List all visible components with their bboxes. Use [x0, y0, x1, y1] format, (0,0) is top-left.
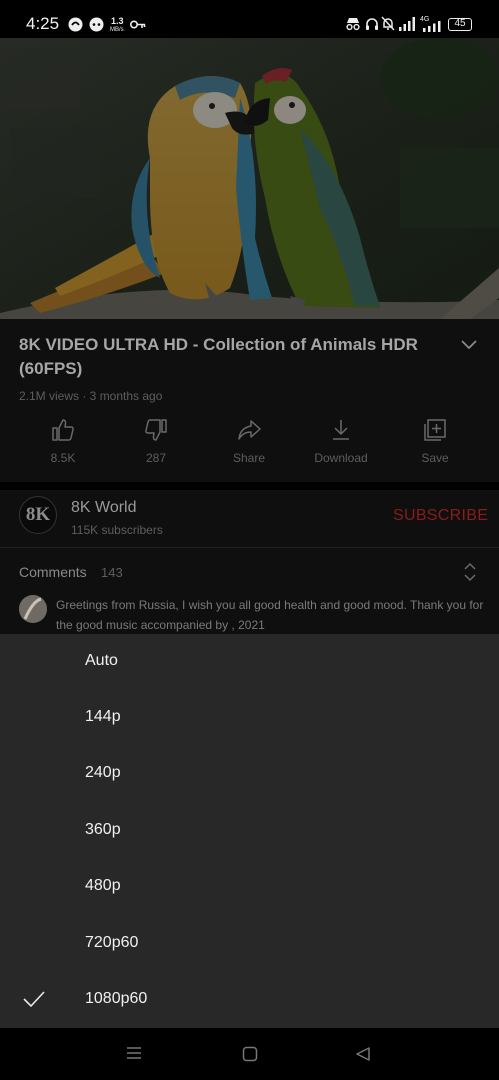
section-divider [0, 482, 499, 490]
video-title: 8K VIDEO ULTRA HD - Collection of Animal… [19, 335, 418, 378]
dislike-button[interactable]: 287 [111, 417, 201, 465]
save-to-playlist-icon [424, 419, 446, 441]
system-nav-bar [0, 1028, 499, 1080]
quality-option-720p60[interactable]: 720p60 [0, 916, 499, 972]
signal-strength-icon-2 [423, 21, 441, 32]
signal-strength-icon [399, 17, 415, 31]
key-icon [130, 20, 146, 29]
app-notification-icon [68, 17, 83, 32]
share-label: Share [232, 451, 266, 465]
quality-option-1080p60[interactable]: 1080p60 [0, 972, 499, 1028]
like-button[interactable]: 8.5K [18, 417, 108, 465]
incognito-icon [346, 18, 360, 31]
share-button[interactable]: Share [204, 417, 294, 465]
channel-avatar[interactable]: 8K [19, 496, 57, 534]
status-time: 4:25 [26, 14, 60, 33]
menu-icon[interactable] [126, 1046, 142, 1060]
quality-option-label: 144p [85, 708, 121, 725]
subscriber-count: 115K subscribers [71, 523, 163, 537]
save-button[interactable]: Save [390, 417, 480, 465]
download-label: Download [314, 451, 368, 465]
share-icon [238, 420, 261, 440]
network-speed-value: 1.3 [111, 16, 124, 26]
quality-option-label: 480p [85, 877, 121, 894]
save-label: Save [421, 451, 449, 465]
video-meta: 2.1M views · 3 months ago [19, 389, 163, 403]
network-speed-unit: MB/s [110, 27, 124, 33]
status-bar: 4:25 1.3 MB/s 4G 45 [0, 0, 499, 38]
checkmark-icon [23, 991, 45, 1008]
like-count: 8.5K [50, 451, 76, 465]
action-bar: 8.5K 287 Share Download Save [0, 417, 499, 477]
quality-option-label: 360p [85, 821, 121, 838]
quality-option-label: 240p [85, 764, 121, 781]
channel-row[interactable]: 8K 8K World 115K subscribers SUBSCRIBE [0, 495, 499, 547]
thumbs-up-icon [52, 419, 74, 441]
headphones-icon [366, 18, 378, 30]
download-button[interactable]: Download [296, 417, 386, 465]
chat-notification-icon [89, 17, 104, 32]
thumbs-down-icon [145, 419, 167, 441]
top-comment-text: Greetings from Russia, I wish you all go… [56, 598, 484, 632]
quality-option-label-selected: 1080p60 [85, 990, 148, 1007]
quality-option-144p[interactable]: 144p [0, 690, 499, 746]
quality-option-480p[interactable]: 480p [0, 859, 499, 915]
quality-option-360p[interactable]: 360p [0, 803, 499, 859]
chevron-down-icon[interactable] [459, 339, 479, 351]
quality-sheet: Auto 144p 240p 360p 480p 720p60 1080p60 [0, 634, 499, 1028]
quality-option-label: Auto [85, 652, 118, 669]
comments-title: Comments [19, 564, 87, 580]
video-player[interactable] [0, 38, 499, 319]
video-frame-parrots [0, 38, 499, 319]
dislike-count: 287 [145, 451, 167, 465]
watch-page: 8K VIDEO ULTRA HD - Collection of Animal… [0, 319, 499, 634]
quality-option-auto[interactable]: Auto [0, 634, 499, 690]
comments-count: 143 [101, 565, 123, 580]
comments-section[interactable]: Comments 143 Greetings from Russia, I wi… [0, 548, 499, 634]
home-icon[interactable] [242, 1046, 258, 1062]
channel-name[interactable]: 8K World [71, 499, 137, 517]
subscribe-button[interactable]: SUBSCRIBE [393, 507, 488, 525]
quality-option-240p[interactable]: 240p [0, 746, 499, 802]
download-icon [333, 420, 349, 440]
expand-collapse-icon[interactable] [462, 561, 478, 583]
commenter-avatar [19, 595, 47, 623]
battery-indicator: 45 [448, 18, 472, 31]
notifications-muted-icon [381, 16, 395, 31]
back-icon[interactable] [355, 1046, 371, 1062]
quality-option-label: 720p60 [85, 934, 139, 951]
